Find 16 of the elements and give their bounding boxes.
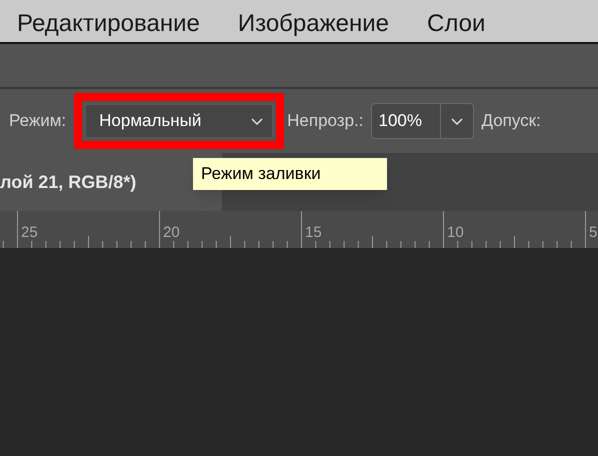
opacity-field[interactable]: 100% [370,103,474,139]
ruler-label: 5 [589,225,598,240]
opacity-label: Непрозр.: [287,110,364,132]
chevron-down-icon [250,116,264,126]
mode-dropdown[interactable]: Нормальный [85,104,274,138]
chevron-down-icon [450,116,464,126]
ruler-label: 10 [447,225,464,240]
menu-item[interactable]: Слои [427,12,486,36]
ruler-label: 15 [305,225,322,240]
tolerance-label: Допуск: [482,110,541,132]
ruler-label: 25 [21,225,38,240]
ruler-label: 20 [163,225,180,240]
tooltip: Режим заливки [193,158,387,190]
menu-item[interactable]: Изображение [238,12,390,36]
menu-item[interactable]: Редактирование [17,12,200,36]
mode-label: Режим: [9,110,66,132]
